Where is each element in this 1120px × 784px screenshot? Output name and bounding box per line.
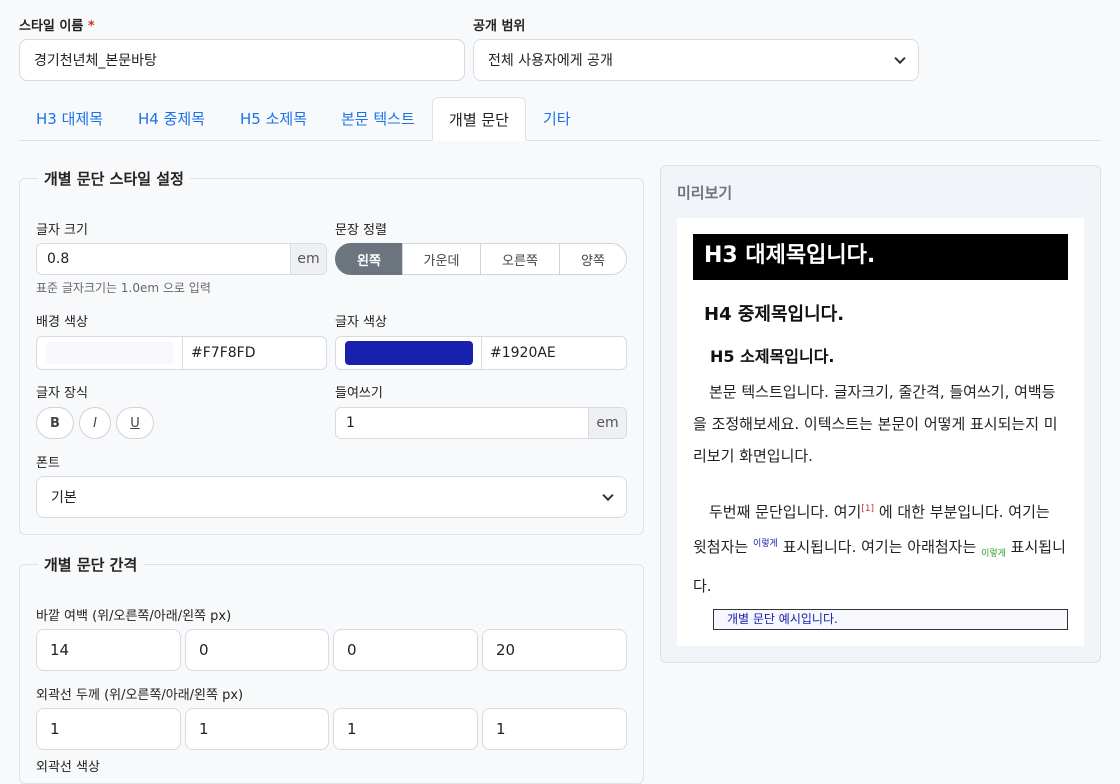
margin-right-input[interactable]: 0 [185, 629, 329, 671]
border-left-input[interactable]: 1 [482, 708, 627, 750]
subscript-sample: 이렇게 [981, 549, 1006, 559]
preview-body-paragraph-1: 본문 텍스트입니다. 글자크기, 줄간격, 들여쓰기, 여백등을 조정해보세요.… [693, 383, 1058, 465]
style-name-input[interactable]: 경기천년체_본문바탕 [19, 39, 465, 81]
underline-button[interactable]: U [116, 407, 154, 439]
divider [481, 337, 482, 369]
required-mark: * [87, 19, 95, 34]
style-section-legend: 개별 문단 스타일 설정 [38, 168, 190, 189]
tab-h3[interactable]: H3 대제목 [36, 97, 103, 141]
align-left-button[interactable]: 왼쪽 [335, 243, 403, 275]
margin-bottom-input[interactable]: 0 [333, 629, 478, 671]
border-top-input[interactable]: 1 [36, 708, 181, 750]
align-center-button[interactable]: 가운데 [402, 243, 481, 275]
align-label: 문장 정렬 [335, 223, 387, 238]
visibility-value: 전체 사용자에게 공개 [488, 53, 613, 69]
font-size-unit: em [290, 244, 326, 274]
text-color-field: #1920AE [335, 336, 627, 370]
border-right-input[interactable]: 1 [185, 708, 329, 750]
indent-input[interactable]: 1 em [335, 407, 627, 439]
style-name-label: 스타일 이름 * [19, 15, 95, 34]
bg-color-field: #F7F8FD [36, 336, 327, 370]
align-justify-button[interactable]: 양쪽 [559, 243, 627, 275]
border-color-label: 외곽선 색상 [36, 760, 100, 775]
bold-button[interactable]: B [36, 407, 74, 439]
border-bottom-input[interactable]: 1 [333, 708, 478, 750]
indent-value: 1 [346, 415, 355, 431]
margin-label: 바깥 여백 (위/오른쪽/아래/왼쪽 px) [36, 609, 232, 624]
text-color-label: 글자 색상 [335, 315, 387, 330]
preview-h4: H4 중제목입니다. [704, 304, 845, 325]
font-size-label: 글자 크기 [36, 223, 88, 238]
font-select[interactable]: 기본 [36, 476, 627, 518]
margin-left-input[interactable]: 20 [482, 629, 627, 671]
tab-bar: H3 대제목 H4 중제목 H5 소제목 본문 텍스트 개별 문단 기타 [19, 97, 1101, 141]
chevron-down-icon [894, 52, 906, 65]
font-value: 기본 [51, 490, 77, 506]
chevron-down-icon [602, 489, 614, 502]
font-size-input[interactable]: 0.8 em [36, 243, 327, 275]
superscript-sample: 이렇게 [752, 539, 778, 549]
tab-paragraph[interactable]: 개별 문단 [432, 97, 526, 141]
tab-h4[interactable]: H4 중제목 [138, 97, 205, 141]
style-name-value: 경기천년체_본문바탕 [34, 53, 157, 69]
preview-h5: H5 소제목입니다. [710, 347, 835, 366]
font-size-hint: 표준 글자크기는 1.0em 으로 입력 [36, 281, 211, 295]
spacing-section-legend: 개별 문단 간격 [38, 554, 144, 575]
preview-h3: H3 대제목입니다. [693, 234, 1068, 280]
italic-button[interactable]: I [79, 407, 111, 439]
tab-h5[interactable]: H5 소제목 [240, 97, 307, 141]
indent-unit: em [588, 408, 626, 438]
style-name-label-text: 스타일 이름 [19, 19, 84, 34]
tab-etc[interactable]: 기타 [543, 97, 571, 141]
preview-title: 미리보기 [677, 184, 733, 202]
divider [182, 337, 183, 369]
spacing-section [19, 564, 644, 784]
margin-top-input[interactable]: 14 [36, 629, 181, 671]
border-width-label: 외곽선 두께 (위/오른쪽/아래/왼쪽 px) [36, 688, 244, 703]
visibility-select[interactable]: 전체 사용자에게 공개 [473, 39, 919, 81]
align-right-button[interactable]: 오른쪽 [480, 243, 560, 275]
bg-color-swatch[interactable] [46, 342, 174, 364]
footnote-marker: [1] [861, 504, 875, 514]
text-color-swatch[interactable] [345, 341, 473, 365]
preview-body2-part-c: 표시됩니다. 여기는 아래첨자는 [777, 538, 982, 556]
visibility-label: 공개 범위 [473, 19, 526, 34]
bg-color-label: 배경 색상 [36, 315, 88, 330]
preview-body-paragraph-2: 두번째 문단입니다. 여기[1] 에 대한 부분입니다. 여기는 윗첨자는 이렇… [693, 493, 1068, 602]
font-label: 폰트 [36, 456, 60, 471]
bg-color-value[interactable]: #F7F8FD [191, 345, 255, 361]
tab-body-text[interactable]: 본문 텍스트 [341, 97, 415, 141]
decoration-label: 글자 장식 [36, 386, 88, 401]
preview-body2-part-a: 두번째 문단입니다. 여기 [709, 503, 862, 521]
preview-paragraph-example: 개별 문단 예시입니다. [713, 609, 1068, 630]
font-size-value: 0.8 [47, 251, 70, 267]
indent-label: 들여쓰기 [335, 386, 383, 401]
text-color-value[interactable]: #1920AE [490, 345, 556, 361]
